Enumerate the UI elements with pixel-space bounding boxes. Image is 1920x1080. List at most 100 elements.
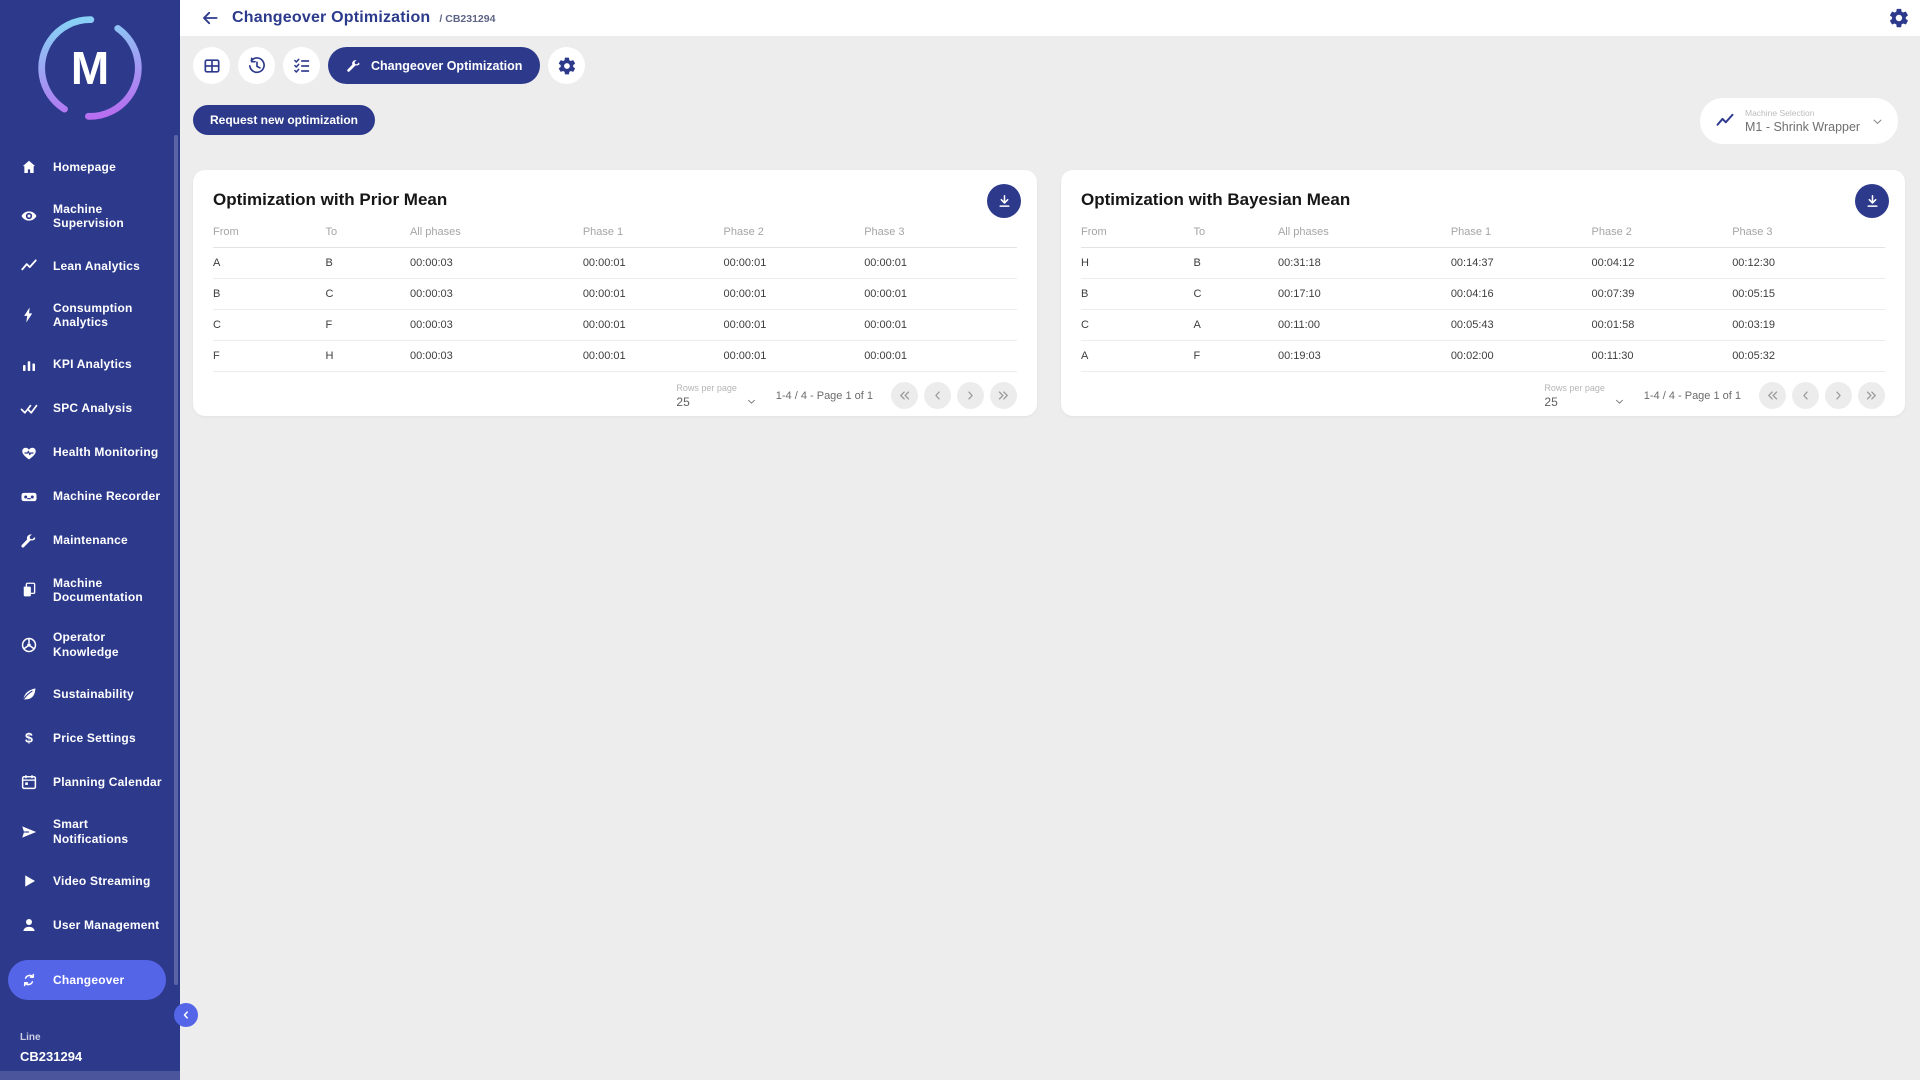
table-cell: 00:00:01 [864,341,1017,372]
table-cell: C [326,279,410,310]
column-header: Phase 1 [583,220,724,248]
checklist-button[interactable] [283,47,320,84]
first-page-button[interactable] [891,382,918,409]
column-header: To [326,220,410,248]
sidebar-item-label: Machine Documentation [53,576,165,605]
sidebar: M Homepage Machine Supervision Lean Analyt… [0,0,180,1080]
download-button[interactable] [1855,184,1889,218]
download-icon [996,193,1013,210]
last-page-button[interactable] [1858,382,1885,409]
lightning-icon [20,306,38,324]
prev-page-button[interactable] [1792,382,1819,409]
table-header-row: FromToAll phasesPhase 1Phase 2Phase 3 [1081,220,1885,248]
line-label: Line [20,1032,82,1043]
machine-selection-dropdown[interactable]: Machine Selection M1 - Shrink Wrapper [1700,98,1898,144]
header: Changeover Optimization / CB231294 [180,0,1920,36]
table-cell: H [326,341,410,372]
sidebar-item-label: Consumption Analytics [53,301,165,330]
sidebar-item-kpi-analytics[interactable]: KPI Analytics [20,356,180,374]
column-header: Phase 1 [1451,220,1592,248]
table-cell: 00:00:01 [864,310,1017,341]
sidebar-item-lean-analytics[interactable]: Lean Analytics [20,257,180,275]
table-cell: C [213,310,326,341]
next-page-icon [963,388,978,403]
column-header: From [213,220,326,248]
table-cell: 00:31:18 [1278,248,1451,279]
sidebar-item-machine-documentation[interactable]: Machine Documentation [20,576,180,605]
sidebar-item-price-settings[interactable]: $Price Settings [20,729,180,747]
sidebar-item-health-monitoring[interactable]: Health Monitoring [20,444,180,462]
download-button[interactable] [987,184,1021,218]
sidebar-item-consumption-analytics[interactable]: Consumption Analytics [20,301,180,330]
wrench-icon [20,532,38,550]
rows-per-page-select[interactable]: Rows per page 25 [676,383,757,409]
first-page-button[interactable] [1759,382,1786,409]
line-chart-icon [20,257,38,275]
column-header: All phases [1278,220,1451,248]
sidebar-item-operator-knowledge[interactable]: Operator Knowledge [20,630,180,659]
card-prior-mean: Optimization with Prior Mean FromToAll p… [193,170,1037,416]
table-cell: B [1194,248,1278,279]
table-cell: 00:00:01 [724,279,865,310]
tab-changeover-optimization[interactable]: Changeover Optimization [328,47,540,84]
machine-selection-value: M1 - Shrink Wrapper [1745,120,1870,134]
column-header: To [1194,220,1278,248]
sidebar-item-changeover[interactable]: Changeover [8,960,166,1000]
dollar-icon: $ [20,729,38,747]
sidebar-item-planning-calendar[interactable]: Planning Calendar [20,773,180,791]
card-bayesian-mean: Optimization with Bayesian Mean FromToAl… [1061,170,1905,416]
prev-page-button[interactable] [924,382,951,409]
sidebar-item-sustainability[interactable]: Sustainability [20,685,180,703]
sidebar-item-video-streaming[interactable]: Video Streaming [20,872,180,890]
prev-page-icon [1798,388,1813,403]
table-pagination: Rows per page 25 1-4 / 4 - Page 1 of 1 [1081,372,1885,419]
toolbar-settings-button[interactable] [548,47,585,84]
sidebar-item-maintenance[interactable]: Maintenance [20,532,180,550]
sidebar-item-label: Video Streaming [53,874,150,888]
column-header: Phase 3 [864,220,1017,248]
sidebar-collapse-button[interactable] [174,1003,198,1027]
request-new-optimization-button[interactable]: Request new optimization [193,105,375,135]
sidebar-item-machine-recorder[interactable]: Machine Recorder [20,488,180,506]
last-page-button[interactable] [990,382,1017,409]
logo-letter: M [32,10,148,126]
sidebar-item-user-management[interactable]: User Management [20,916,180,934]
column-header: All phases [410,220,583,248]
table-cell: 00:01:58 [1592,310,1733,341]
line-chart-icon [1715,111,1735,131]
view-switcher: Changeover Optimization [193,47,585,84]
table-cell: 00:04:12 [1592,248,1733,279]
chevron-left-icon [179,1008,193,1022]
column-header: Phase 3 [1732,220,1885,248]
next-page-button[interactable] [957,382,984,409]
table-cell: 00:00:03 [410,341,583,372]
sidebar-item-smart-notifications[interactable]: Smart Notifications [20,817,180,846]
helm-icon [20,636,38,654]
sidebar-scrollbar[interactable] [174,135,178,985]
page-title: Changeover Optimization [232,9,430,27]
table-cell: 00:05:32 [1732,341,1885,372]
history-icon [247,56,267,76]
column-header: From [1081,220,1194,248]
table-cell: C [1194,279,1278,310]
table-cell: 00:00:03 [410,248,583,279]
sidebar-item-machine-supervision[interactable]: Machine Supervision [20,202,180,231]
sidebar-item-spc-analysis[interactable]: SPC Analysis [20,400,180,418]
table-row: AB00:00:0300:00:0100:00:0100:00:01 [213,248,1017,279]
history-button[interactable] [238,47,275,84]
sidebar-item-homepage[interactable]: Homepage [20,158,180,176]
table-cell: F [213,341,326,372]
sidebar-item-label: Operator Knowledge [53,630,165,659]
table-cell: 00:05:43 [1451,310,1592,341]
table-cell: H [1081,248,1194,279]
table-row: CA00:11:0000:05:4300:01:5800:03:19 [1081,310,1885,341]
table-cell: 00:05:15 [1732,279,1885,310]
back-button[interactable] [200,8,220,28]
table-row: BC00:17:1000:04:1600:07:3900:05:15 [1081,279,1885,310]
header-settings-button[interactable] [1888,7,1910,29]
grid-view-button[interactable] [193,47,230,84]
rows-per-page-select[interactable]: Rows per page 25 [1544,383,1625,409]
sidebar-item-label: Machine Supervision [53,202,165,231]
table-cell: 00:00:01 [724,248,865,279]
next-page-button[interactable] [1825,382,1852,409]
